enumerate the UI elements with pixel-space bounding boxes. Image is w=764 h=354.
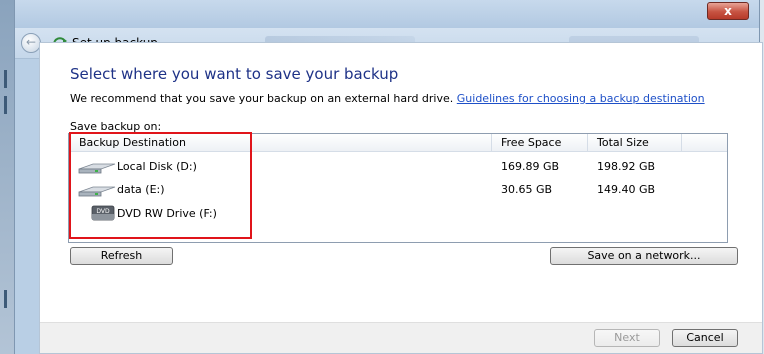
column-header-destination[interactable]: Backup Destination — [79, 136, 186, 149]
list-item[interactable]: Local Disk (D:) 169.89 GB 198.92 GB — [69, 155, 727, 177]
free-space-value: 30.65 GB — [501, 183, 553, 196]
recommendation-sentence: We recommend that you save your backup o… — [70, 92, 454, 105]
destination-name: DVD RW Drive (F:) — [117, 207, 217, 220]
column-header-free-space[interactable]: Free Space — [501, 136, 561, 149]
destination-name: data (E:) — [117, 183, 165, 196]
column-header-total-size[interactable]: Total Size — [597, 136, 649, 149]
recommendation-text: We recommend that you save your backup o… — [70, 92, 730, 105]
desktop-background-strip — [0, 0, 14, 354]
total-size-value: 149.40 GB — [597, 183, 656, 196]
page-heading: Select where you want to save your backu… — [70, 65, 399, 83]
free-space-value: 169.89 GB — [501, 160, 560, 173]
wizard-content: Select where you want to save your backu… — [39, 42, 763, 354]
save-on-network-button[interactable]: Save on a network... — [550, 247, 738, 265]
column-divider — [587, 134, 588, 151]
hard-drive-icon — [78, 163, 116, 174]
desktop-mark — [4, 290, 7, 308]
cancel-button[interactable]: Cancel — [672, 329, 738, 347]
desktop-mark — [4, 70, 7, 88]
wizard-footer: Next Cancel — [40, 322, 762, 353]
next-button[interactable]: Next — [594, 329, 660, 347]
guidelines-link[interactable]: Guidelines for choosing a backup destina… — [457, 92, 705, 105]
backup-wizard-window: x ← Set up backup Select where you want … — [14, 0, 763, 354]
desktop-mark — [4, 96, 7, 114]
hard-drive-icon — [78, 186, 116, 197]
back-button[interactable]: ← — [21, 33, 41, 53]
close-icon: x — [724, 4, 732, 18]
list-header: Backup Destination Free Space Total Size — [69, 134, 727, 152]
svg-text:DVD: DVD — [96, 208, 110, 215]
title-bar[interactable]: x — [15, 0, 759, 28]
close-button[interactable]: x — [707, 2, 749, 20]
destination-name: Local Disk (D:) — [117, 160, 197, 173]
destination-list[interactable]: Backup Destination Free Space Total Size… — [68, 133, 728, 243]
column-divider — [681, 134, 682, 151]
refresh-button[interactable]: Refresh — [70, 247, 173, 265]
list-item[interactable]: DVD DVD RW Drive (F:) — [69, 202, 727, 224]
back-arrow-icon: ← — [26, 35, 37, 49]
dvd-drive-icon: DVD — [91, 205, 115, 221]
column-divider — [491, 134, 492, 151]
list-item[interactable]: data (E:) 30.65 GB 149.40 GB — [69, 178, 727, 200]
save-backup-label: Save backup on: — [70, 120, 162, 133]
total-size-value: 198.92 GB — [597, 160, 656, 173]
